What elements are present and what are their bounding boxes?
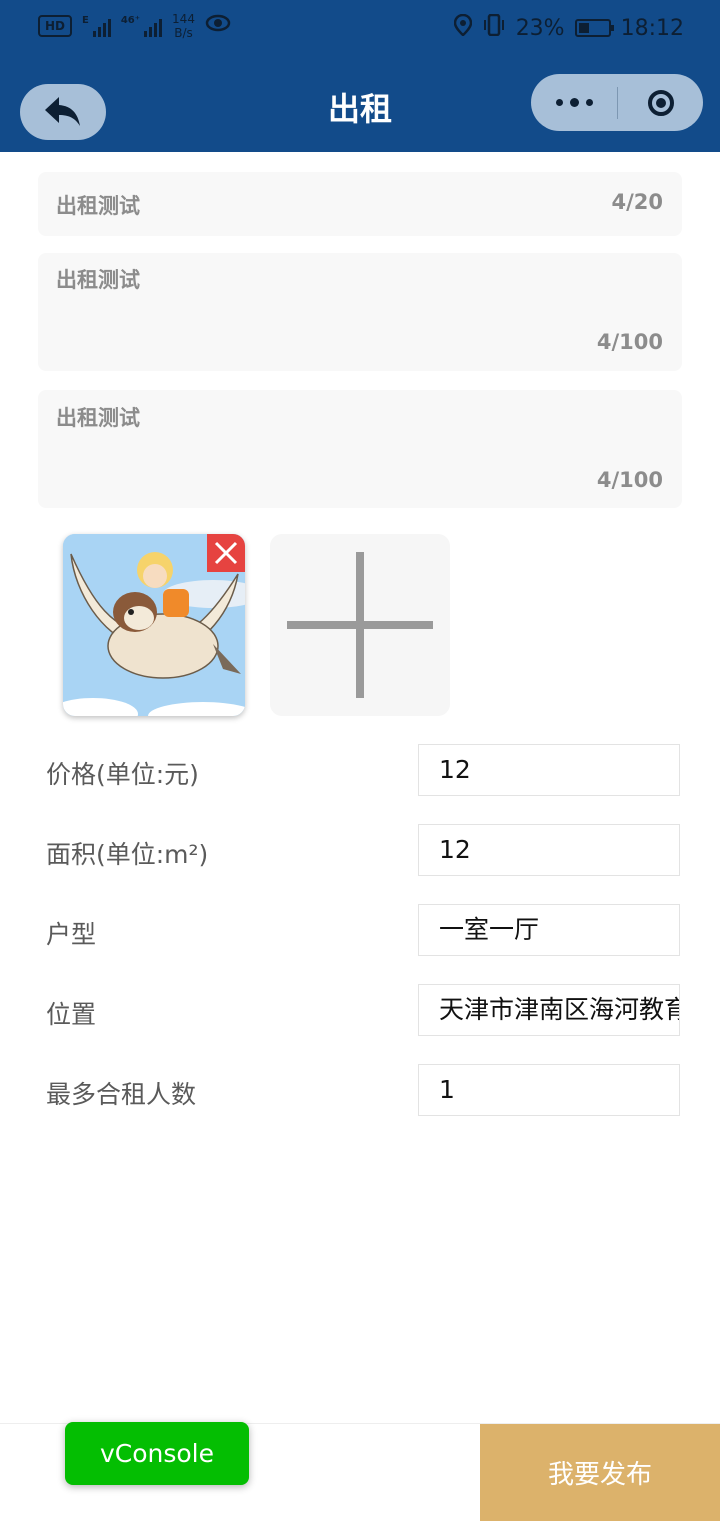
publish-button[interactable]: 我要发布: [480, 1424, 720, 1521]
description-1-char-count: 4/100: [596, 330, 663, 354]
speed-value: 144: [172, 12, 195, 26]
target-close-icon: [647, 89, 674, 116]
max-tenants-label: 最多合租人数: [46, 1080, 197, 1109]
network-type-2: 46⁺: [120, 15, 141, 26]
uploaded-photo[interactable]: [63, 534, 245, 716]
plus-icon-vertical: [356, 552, 364, 698]
hd-label: HD: [44, 19, 65, 33]
location-icon: [453, 13, 472, 42]
vconsole-button[interactable]: vConsole: [65, 1422, 249, 1485]
title-input-value: 出租测试: [56, 194, 140, 218]
close-icon: [214, 541, 238, 565]
vibrate-icon: [482, 13, 506, 42]
signal-icon-2: 46⁺: [120, 15, 163, 37]
location-label: 位置: [46, 1000, 97, 1029]
description-1-value: 出租测试: [56, 268, 140, 292]
status-bar: HD E 46⁺ 144 B/s 23% 18:12: [0, 0, 720, 62]
title-input[interactable]: 出租测试 4/20: [38, 172, 682, 236]
nav-bar: 出租: [0, 62, 720, 152]
speed-unit: B/s: [174, 26, 193, 40]
description-2-value: 出租测试: [56, 406, 140, 430]
signal-icon: E: [82, 15, 111, 37]
price-input[interactable]: 12: [418, 744, 680, 796]
description-2-char-count: 4/100: [596, 468, 663, 492]
area-label: 面积(单位:m²): [46, 840, 209, 869]
price-label: 价格(单位:元): [46, 760, 199, 789]
eye-icon: [205, 13, 231, 39]
mini-program-capsule: [531, 74, 703, 131]
layout-input[interactable]: 一室一厅: [418, 904, 680, 956]
add-photo-button[interactable]: [270, 534, 450, 716]
clock-time: 18:12: [620, 15, 684, 41]
description-textarea-1[interactable]: 出租测试 4/100: [38, 253, 682, 371]
layout-label: 户型: [46, 920, 97, 949]
network-speed: 144 B/s: [172, 12, 195, 40]
more-button[interactable]: [531, 74, 617, 131]
delete-photo-button[interactable]: [207, 534, 245, 572]
battery-percent: 23%: [515, 15, 565, 41]
location-input[interactable]: 天津市津南区海河教育园区: [418, 984, 680, 1036]
more-dot-icon: [569, 98, 579, 107]
hd-icon: HD: [38, 15, 72, 37]
close-mini-program-button[interactable]: [618, 74, 703, 131]
network-type-1: E: [82, 15, 89, 26]
max-tenants-input[interactable]: 1: [418, 1064, 680, 1116]
description-textarea-2[interactable]: 出租测试 4/100: [38, 390, 682, 508]
more-dot-icon: [555, 99, 563, 106]
battery-icon: [574, 19, 614, 37]
title-char-count: 4/20: [611, 190, 663, 214]
area-input[interactable]: 12: [418, 824, 680, 876]
more-dot-icon: [585, 99, 593, 106]
